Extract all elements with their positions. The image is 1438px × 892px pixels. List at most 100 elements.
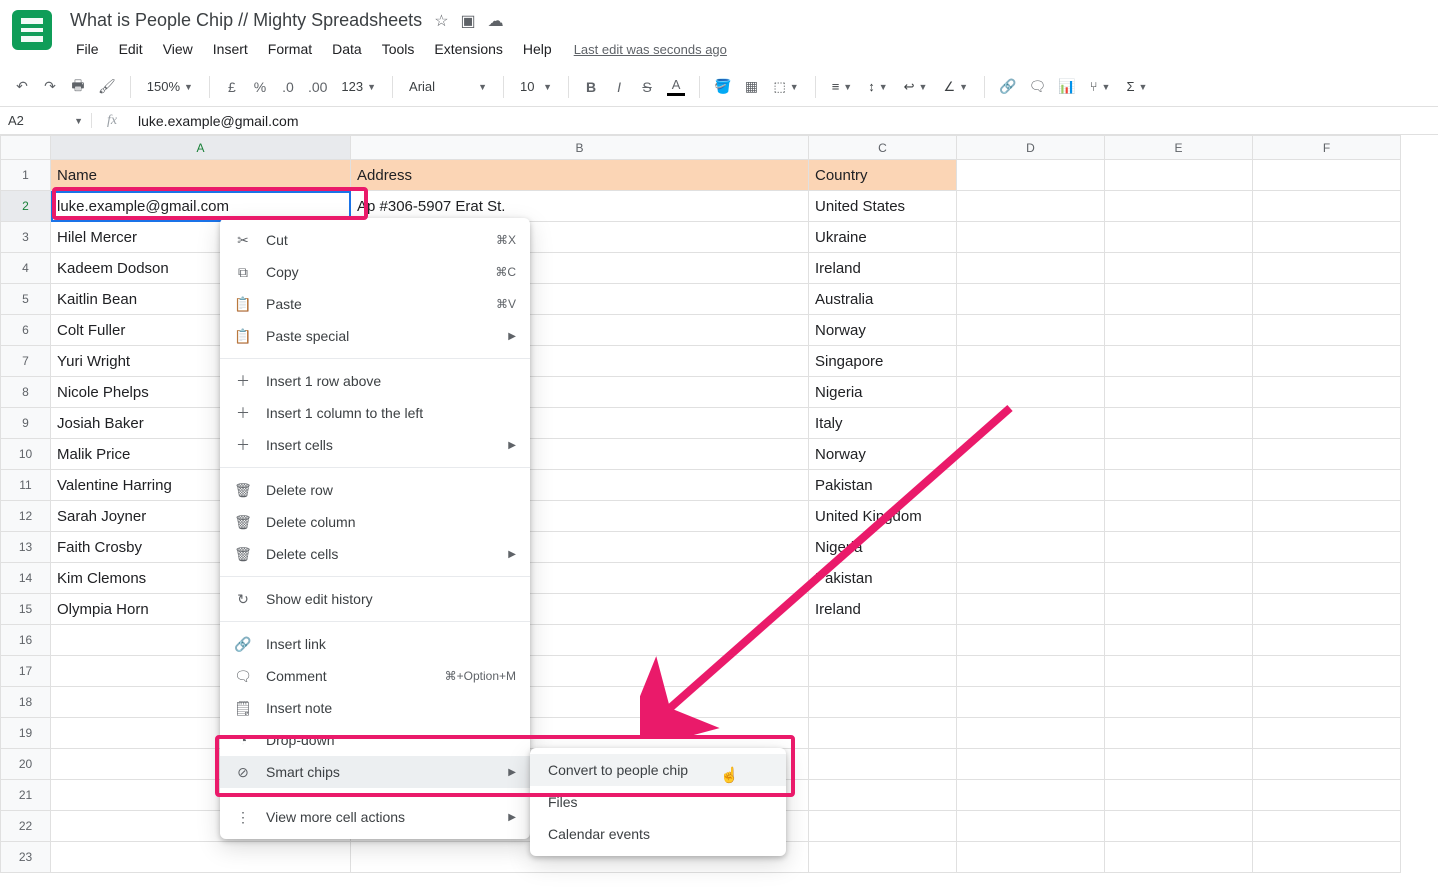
cell[interactable] [1105, 656, 1253, 687]
bold-button[interactable]: B [579, 73, 603, 101]
cell[interactable] [957, 377, 1105, 408]
ctx-drop-down[interactable]: ◔Drop-down [220, 724, 530, 756]
row-header[interactable]: 17 [1, 656, 51, 687]
cell[interactable] [1253, 532, 1401, 563]
ctx-insert-1-column-to-the-left[interactable]: ＋Insert 1 column to the left [220, 397, 530, 429]
row-header[interactable]: 20 [1, 749, 51, 780]
cell[interactable] [1105, 439, 1253, 470]
cell[interactable] [957, 315, 1105, 346]
cell[interactable] [1105, 563, 1253, 594]
menu-help[interactable]: Help [515, 37, 560, 61]
ctx-paste[interactable]: 📋Paste⌘V [220, 288, 530, 320]
menu-data[interactable]: Data [324, 37, 370, 61]
cell[interactable]: Ireland [809, 594, 957, 625]
row-header[interactable]: 11 [1, 470, 51, 501]
row-header[interactable]: 12 [1, 501, 51, 532]
cell[interactable] [957, 749, 1105, 780]
col-header-C[interactable]: C [809, 136, 957, 160]
cell[interactable] [1253, 780, 1401, 811]
row-header[interactable]: 9 [1, 408, 51, 439]
row-header[interactable]: 10 [1, 439, 51, 470]
cell[interactable] [809, 656, 957, 687]
cell[interactable]: Address [351, 160, 809, 191]
row-header[interactable]: 6 [1, 315, 51, 346]
zoom-dropdown[interactable]: 150%▼ [141, 73, 199, 101]
cell[interactable] [957, 780, 1105, 811]
move-icon[interactable]: ▣ [461, 11, 476, 31]
cell[interactable] [809, 842, 957, 873]
cell[interactable]: Norway [809, 315, 957, 346]
cell[interactable] [957, 687, 1105, 718]
cell[interactable] [1105, 501, 1253, 532]
cell[interactable] [1253, 749, 1401, 780]
row-header[interactable]: 1 [1, 160, 51, 191]
formula-bar[interactable]: luke.example@gmail.com [132, 113, 1438, 129]
currency-button[interactable]: £ [220, 73, 244, 101]
cell[interactable] [1253, 222, 1401, 253]
cell[interactable] [1253, 656, 1401, 687]
cell[interactable] [809, 811, 957, 842]
row-header[interactable]: 22 [1, 811, 51, 842]
strike-button[interactable]: S [635, 73, 659, 101]
cell[interactable] [1105, 532, 1253, 563]
cell[interactable] [1253, 501, 1401, 532]
cell[interactable] [1105, 625, 1253, 656]
cell[interactable] [1105, 377, 1253, 408]
cell[interactable] [957, 842, 1105, 873]
ctx-insert-note[interactable]: 🗒Insert note [220, 692, 530, 724]
cell[interactable]: United States [809, 191, 957, 222]
ctx-comment[interactable]: 🗨Comment⌘+Option+M [220, 660, 530, 692]
row-header[interactable]: 18 [1, 687, 51, 718]
cell[interactable] [957, 625, 1105, 656]
insert-comment-button[interactable]: 🗨 [1024, 73, 1050, 101]
ctx-smart-chips[interactable]: ⊘Smart chips▶ [220, 756, 530, 788]
sub-convert-to-people-chip[interactable]: Convert to people chip [530, 754, 786, 786]
cell[interactable] [1105, 749, 1253, 780]
undo-button[interactable]: ↶ [10, 73, 34, 101]
cell[interactable] [1253, 687, 1401, 718]
ctx-delete-column[interactable]: 🗑Delete column [220, 506, 530, 538]
cell[interactable]: Australia [809, 284, 957, 315]
cell[interactable] [809, 718, 957, 749]
redo-button[interactable]: ↷ [38, 73, 62, 101]
cell[interactable] [1105, 780, 1253, 811]
ctx-delete-cells[interactable]: 🗑Delete cells▶ [220, 538, 530, 570]
cell[interactable] [1105, 315, 1253, 346]
cell[interactable] [957, 191, 1105, 222]
cell[interactable] [957, 594, 1105, 625]
cell[interactable] [957, 284, 1105, 315]
row-header[interactable]: 2 [1, 191, 51, 222]
row-header[interactable]: 13 [1, 532, 51, 563]
row-header[interactable]: 5 [1, 284, 51, 315]
cell[interactable] [1253, 253, 1401, 284]
row-header[interactable]: 16 [1, 625, 51, 656]
col-header-E[interactable]: E [1105, 136, 1253, 160]
ctx-copy[interactable]: ⧉Copy⌘C [220, 256, 530, 288]
cell[interactable] [1253, 470, 1401, 501]
row-header[interactable]: 7 [1, 346, 51, 377]
ctx-show-edit-history[interactable]: ↻Show edit history [220, 583, 530, 615]
wrap-dropdown[interactable]: ↩▼ [898, 73, 934, 101]
cell[interactable] [1253, 315, 1401, 346]
italic-button[interactable]: I [607, 73, 631, 101]
functions-dropdown[interactable]: Σ▼ [1120, 73, 1153, 101]
cell[interactable] [51, 842, 351, 873]
paint-format-button[interactable]: 🖌 [94, 73, 120, 101]
col-header-D[interactable]: D [957, 136, 1105, 160]
cell[interactable] [809, 625, 957, 656]
cell[interactable]: Ap #306-5907 Erat St. [351, 191, 809, 222]
cell[interactable]: United Kingdom [809, 501, 957, 532]
cell[interactable] [1105, 284, 1253, 315]
cell[interactable] [957, 408, 1105, 439]
cell[interactable] [1253, 377, 1401, 408]
ctx-insert-cells[interactable]: ＋Insert cells▶ [220, 429, 530, 461]
cell[interactable] [1253, 563, 1401, 594]
cell[interactable] [1105, 222, 1253, 253]
cell[interactable]: Country [809, 160, 957, 191]
last-edit-link[interactable]: Last edit was seconds ago [574, 42, 727, 57]
row-header[interactable]: 21 [1, 780, 51, 811]
cell[interactable] [809, 687, 957, 718]
cell[interactable] [957, 563, 1105, 594]
cell[interactable]: luke.example@gmail.com [51, 191, 351, 222]
menu-tools[interactable]: Tools [374, 37, 423, 61]
